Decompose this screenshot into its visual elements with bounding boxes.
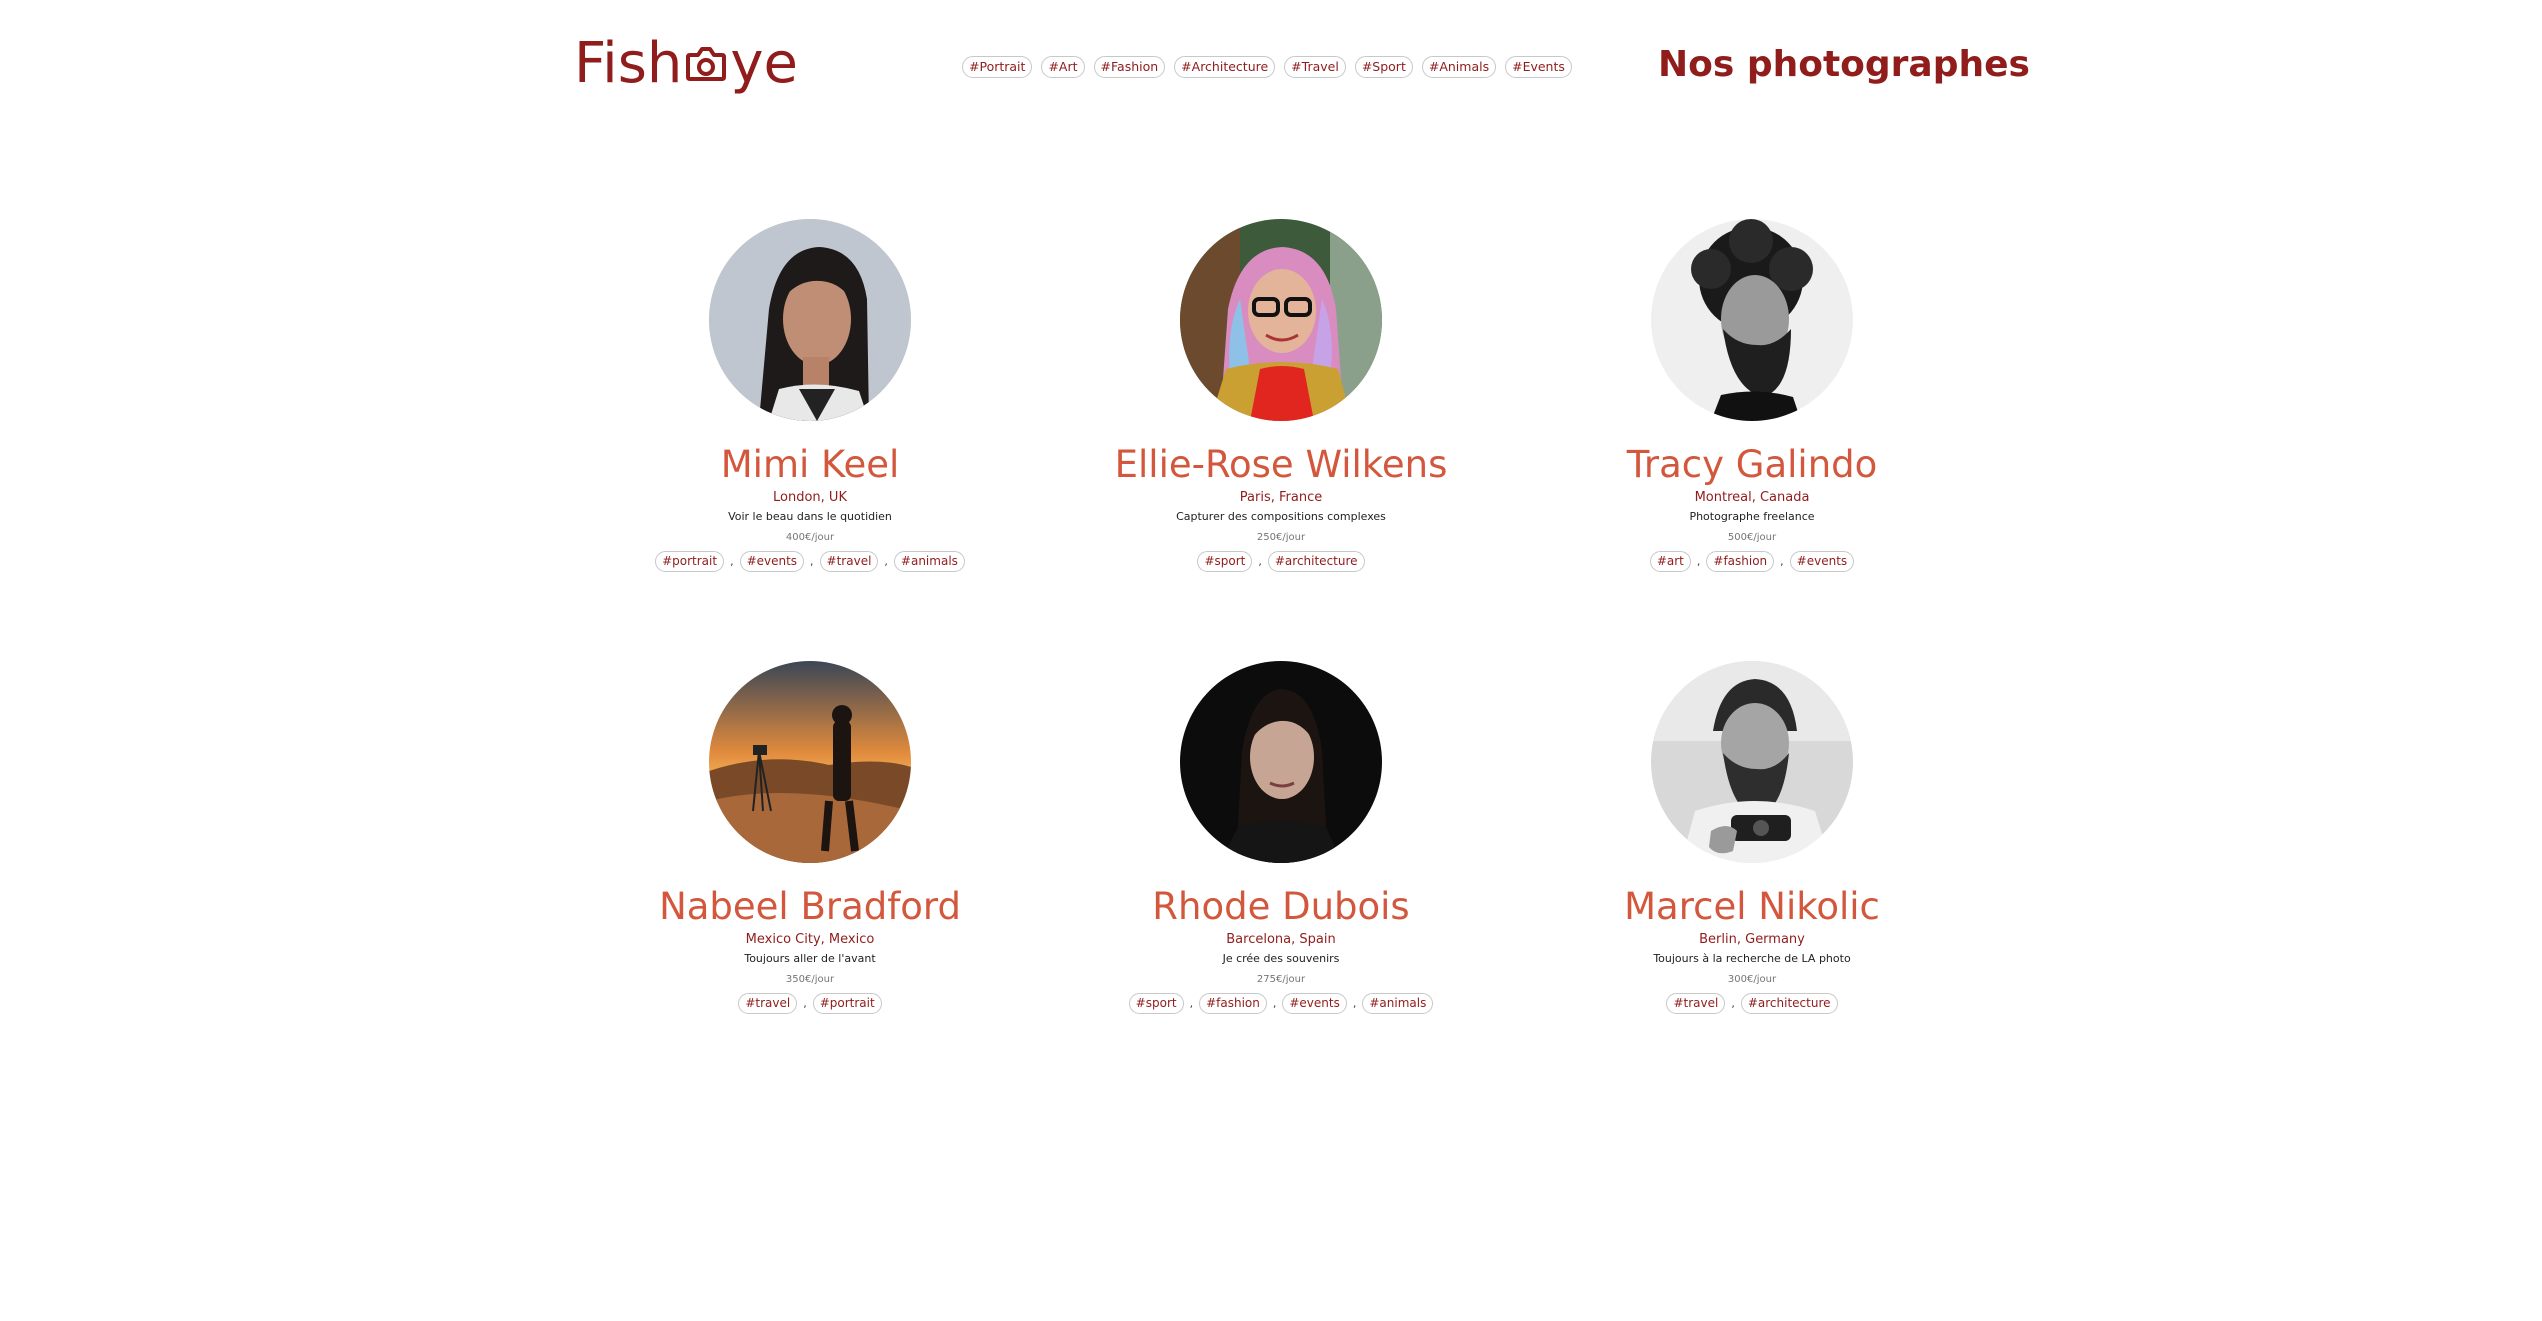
page: Fish ye #Portrait #Art #Fashion #Archite… bbox=[0, 0, 2542, 1321]
portrait-image bbox=[1180, 661, 1382, 863]
tag-events[interactable]: #events bbox=[1282, 993, 1347, 1014]
photographer-location: Berlin, Germany bbox=[1699, 932, 1805, 947]
tag-portrait[interactable]: #portrait bbox=[655, 551, 725, 572]
tag-fashion[interactable]: #fashion bbox=[1199, 993, 1267, 1014]
tag-sport[interactable]: #sport bbox=[1128, 993, 1184, 1014]
photographer-price: 275€/jour bbox=[1256, 974, 1306, 985]
nav-tag-architecture[interactable]: #Architecture bbox=[1174, 56, 1276, 78]
photographer-tagline: Voir le beau dans le quotidien bbox=[728, 510, 892, 523]
photographer-location: Montreal, Canada bbox=[1694, 490, 1810, 505]
portrait-link[interactable] bbox=[1180, 661, 1382, 863]
tag-fashion[interactable]: #fashion bbox=[1706, 551, 1775, 572]
photographer-price: 500€/jour bbox=[1727, 532, 1777, 543]
tag-animals[interactable]: #animals bbox=[893, 551, 965, 572]
photographer-name: Ellie-Rose Wilkens bbox=[1114, 443, 1448, 486]
tag-architecture[interactable]: #architecture bbox=[1267, 551, 1365, 572]
photographer-card: Tracy Galindo Montreal, Canada Photograp… bbox=[1517, 219, 1987, 572]
tag-architecture[interactable]: #architecture bbox=[1740, 993, 1838, 1014]
portrait-image bbox=[1180, 219, 1382, 421]
photographer-card: Ellie-Rose Wilkens Paris, France Capture… bbox=[1046, 219, 1516, 572]
portrait-image bbox=[1651, 219, 1853, 421]
photographer-card: Rhode Dubois Barcelona, Spain Je crée de… bbox=[1046, 661, 1516, 1014]
portrait-image bbox=[709, 661, 911, 863]
nav-tag-fashion[interactable]: #Fashion bbox=[1093, 56, 1166, 78]
tag-travel[interactable]: #travel bbox=[738, 993, 798, 1014]
nav-tag-animals[interactable]: #Animals bbox=[1421, 56, 1497, 78]
tag-travel[interactable]: #travel bbox=[819, 551, 879, 572]
tag-portrait[interactable]: #portrait bbox=[812, 993, 882, 1014]
photographer-name: Mimi Keel bbox=[720, 443, 900, 486]
tag-sport[interactable]: #sport bbox=[1197, 551, 1253, 572]
nav-tag-sport[interactable]: #Sport bbox=[1354, 56, 1413, 78]
tag-events[interactable]: #events bbox=[739, 551, 805, 572]
photographer-name: Tracy Galindo bbox=[1626, 443, 1878, 486]
logo-link[interactable]: Fish ye bbox=[574, 28, 798, 98]
photographer-tags: #travel, #portrait bbox=[575, 993, 1045, 1014]
photographer-card: Nabeel Bradford Mexico City, Mexico Touj… bbox=[575, 661, 1045, 1014]
tag-travel[interactable]: #travel bbox=[1666, 993, 1726, 1014]
photographer-price: 250€/jour bbox=[1256, 532, 1306, 543]
photographer-location: Barcelona, Spain bbox=[1226, 932, 1336, 947]
nav-tag-events[interactable]: #Events bbox=[1505, 56, 1572, 78]
photographer-tagline: Je crée des souvenirs bbox=[1222, 952, 1340, 965]
photographer-price: 400€/jour bbox=[785, 532, 835, 543]
photographer-tagline: Capturer des compositions complexes bbox=[1176, 510, 1386, 523]
photographer-tags: #portrait, #events, #travel, #animals bbox=[575, 551, 1045, 572]
tag-animals[interactable]: #animals bbox=[1362, 993, 1434, 1014]
page-title: Nos photographes bbox=[1658, 44, 2030, 85]
portrait-image bbox=[709, 219, 911, 421]
nav-tag-portrait[interactable]: #Portrait bbox=[962, 56, 1033, 78]
tag-events[interactable]: #events bbox=[1789, 551, 1855, 572]
portrait-link[interactable] bbox=[709, 661, 911, 863]
nav-tag-travel[interactable]: #Travel bbox=[1284, 56, 1346, 78]
photographer-name: Rhode Dubois bbox=[1152, 885, 1410, 928]
logo-text-start: Fish bbox=[574, 30, 683, 96]
photographer-card: Marcel Nikolic Berlin, Germany Toujours … bbox=[1517, 661, 1987, 1014]
portrait-link[interactable] bbox=[709, 219, 911, 421]
photographer-tags: #sport, #architecture bbox=[1046, 551, 1516, 572]
photographer-tagline: Photographe freelance bbox=[1689, 510, 1815, 523]
portrait-link[interactable] bbox=[1651, 219, 1853, 421]
camera-icon bbox=[684, 41, 728, 85]
photographer-tagline: Toujours à la recherche de LA photo bbox=[1653, 952, 1851, 965]
tag-filter-nav: #Portrait #Art #Fashion #Architecture #T… bbox=[962, 56, 1572, 78]
photographer-card: Mimi Keel London, UK Voir le beau dans l… bbox=[575, 219, 1045, 572]
portrait-image bbox=[1651, 661, 1853, 863]
photographer-location: London, UK bbox=[773, 490, 847, 505]
tag-art[interactable]: #art bbox=[1649, 551, 1691, 572]
nav-tag-art[interactable]: #Art bbox=[1041, 56, 1085, 78]
photographer-tags: #sport, #fashion, #events, #animals bbox=[1046, 993, 1516, 1014]
photographer-tagline: Toujours aller de l'avant bbox=[744, 952, 876, 965]
photographer-tags: #art, #fashion, #events bbox=[1517, 551, 1987, 572]
portrait-link[interactable] bbox=[1180, 219, 1382, 421]
photographer-price: 350€/jour bbox=[785, 974, 835, 985]
logo-text-end: ye bbox=[730, 30, 798, 96]
photographer-price: 300€/jour bbox=[1727, 974, 1777, 985]
photographer-location: Paris, France bbox=[1239, 490, 1323, 505]
portrait-link[interactable] bbox=[1651, 661, 1853, 863]
photographer-name: Nabeel Bradford bbox=[659, 885, 961, 928]
photographer-tags: #travel, #architecture bbox=[1517, 993, 1987, 1014]
photographer-location: Mexico City, Mexico bbox=[745, 932, 875, 947]
photographer-name: Marcel Nikolic bbox=[1624, 885, 1880, 928]
